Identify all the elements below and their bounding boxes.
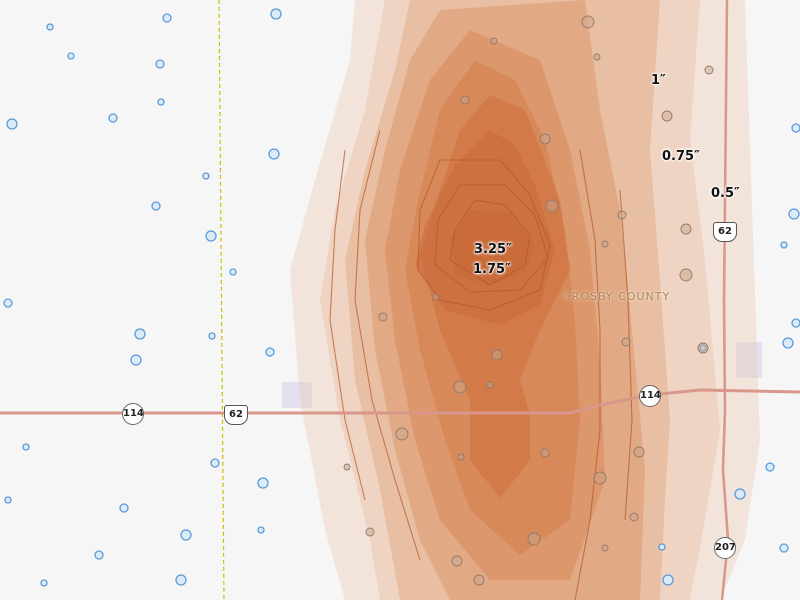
water-feature — [270, 8, 282, 20]
water-feature — [791, 318, 800, 328]
depression-feature — [593, 471, 607, 485]
water-feature — [94, 550, 104, 560]
water-feature — [162, 13, 172, 23]
water-feature — [268, 148, 280, 160]
depression-feature — [460, 95, 470, 105]
contour-label-1in: 1″ — [651, 73, 666, 88]
water-feature — [22, 443, 30, 451]
water-feature — [175, 574, 187, 586]
water-feature — [119, 503, 129, 513]
depression-feature — [545, 199, 559, 213]
water-feature — [205, 230, 217, 242]
depression-feature — [432, 293, 440, 301]
water-feature — [180, 529, 192, 541]
depression-feature — [527, 532, 541, 546]
water-feature — [151, 201, 161, 211]
route-shield-114-west: 114 — [122, 403, 144, 425]
water-feature — [779, 543, 789, 553]
contour-label-3-25in: 3.25″ — [474, 242, 512, 257]
contour-label-0-5in: 0.5″ — [711, 186, 740, 201]
water-feature — [130, 354, 142, 366]
rainfall-bands — [290, 0, 760, 600]
route-shield-207: 207 — [714, 537, 736, 559]
water-feature — [791, 123, 800, 133]
map-canvas — [0, 0, 800, 600]
depression-feature — [453, 380, 467, 394]
depression-feature — [539, 133, 551, 145]
water-feature — [202, 172, 210, 180]
water-feature — [3, 298, 13, 308]
depression-feature — [697, 342, 709, 354]
contour-label-0-75in: 0.75″ — [662, 149, 700, 164]
depression-feature — [679, 268, 693, 282]
water-feature — [782, 337, 794, 349]
water-feature — [108, 113, 118, 123]
depression-feature — [704, 65, 714, 75]
contour-label-1-75in: 1.75″ — [473, 262, 511, 277]
water-feature — [265, 347, 275, 357]
water-feature — [40, 579, 48, 587]
water-feature — [210, 458, 220, 468]
water-feature — [46, 23, 54, 31]
depression-feature — [621, 337, 631, 347]
depression-feature — [395, 427, 409, 441]
depression-feature — [486, 381, 494, 389]
depression-feature — [617, 210, 627, 220]
depression-feature — [491, 349, 503, 361]
water-feature — [208, 332, 216, 340]
water-feature — [157, 98, 165, 106]
water-feature — [734, 488, 746, 500]
route-shield-us-62-west: 62 — [224, 405, 248, 425]
water-feature — [155, 59, 165, 69]
depression-feature — [490, 37, 498, 45]
depression-feature — [601, 544, 609, 552]
route-shield-114-east: 114 — [639, 385, 661, 407]
depression-feature — [581, 15, 595, 29]
depression-feature — [365, 527, 375, 537]
depression-feature — [629, 512, 639, 522]
rainfall-map[interactable]: CROSBY COUNTY 1″ 0.75″ 0.5″ 3.25″ 1.75″ … — [0, 0, 800, 600]
water-feature — [6, 118, 18, 130]
water-feature — [257, 526, 265, 534]
water-feature — [67, 52, 75, 60]
depression-feature — [593, 53, 601, 61]
route-shield-us-62-east: 62 — [713, 222, 737, 242]
depression-feature — [540, 448, 550, 458]
depression-feature — [680, 223, 692, 235]
depression-feature — [473, 574, 485, 586]
water-feature — [229, 268, 237, 276]
depression-feature — [457, 453, 465, 461]
water-feature — [662, 574, 674, 586]
water-feature — [134, 328, 146, 340]
depression-feature — [601, 240, 609, 248]
water-feature — [4, 496, 12, 504]
water-feature — [788, 208, 800, 220]
water-feature — [765, 462, 775, 472]
water-feature — [780, 241, 788, 249]
depression-feature — [343, 463, 351, 471]
county-label: CROSBY COUNTY — [563, 290, 671, 303]
depression-feature — [661, 110, 673, 122]
water-feature — [257, 477, 269, 489]
water-feature — [658, 543, 666, 551]
depression-feature — [633, 446, 645, 458]
depression-feature — [378, 312, 388, 322]
depression-feature — [451, 555, 463, 567]
